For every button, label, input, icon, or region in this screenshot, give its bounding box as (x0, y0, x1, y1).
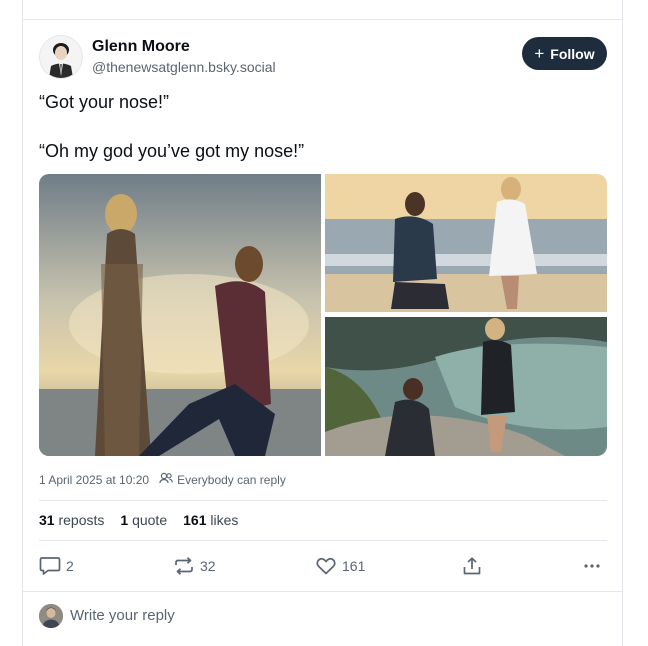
post-meta: 1 April 2025 at 10:20 Everybody can repl… (39, 472, 286, 487)
divider (22, 591, 623, 592)
author-avatar[interactable] (39, 35, 83, 79)
reply-input[interactable]: Write your reply (70, 607, 175, 624)
divider (39, 500, 607, 501)
reply-setting: Everybody can reply (159, 472, 286, 487)
post-text-line-2: “Oh my god you’ve got my nose!” (39, 141, 305, 161)
ellipsis-icon (581, 556, 603, 576)
people-icon (159, 472, 174, 487)
author-handle[interactable]: @thenewsatglenn.bsky.social (92, 59, 276, 75)
like-button[interactable]: 161 (315, 556, 365, 576)
reply-button[interactable]: 2 (39, 556, 74, 576)
reply-count: 2 (66, 558, 74, 574)
likes-label: likes (210, 512, 239, 528)
reposts-label: reposts (58, 512, 105, 528)
plus-icon: + (534, 43, 545, 63)
reposts-count: 31 (39, 512, 55, 528)
post-timestamp[interactable]: 1 April 2025 at 10:20 (39, 473, 149, 487)
like-count: 161 (342, 558, 366, 574)
photo-proposal-beach[interactable] (325, 174, 607, 312)
author-name[interactable]: Glenn Moore (92, 38, 190, 56)
engagement-stats: 31 reposts 1 quote 161 likes (39, 512, 238, 528)
post-text-line-1: “Got your nose!” (39, 92, 170, 112)
quotes-label: quote (132, 512, 168, 528)
current-user-avatar (39, 604, 63, 628)
top-divider (22, 19, 623, 20)
follow-button[interactable]: + Follow (522, 37, 607, 70)
divider (39, 540, 607, 541)
quotes-count: 1 (120, 512, 129, 528)
more-options-button[interactable] (581, 556, 603, 576)
quotes-stat[interactable]: 1 quote (120, 512, 167, 528)
timeline-border-right (622, 0, 623, 646)
follow-label: Follow (550, 45, 595, 62)
likes-count: 161 (183, 512, 207, 528)
reply-setting-label: Everybody can reply (177, 472, 286, 487)
media-grid (39, 174, 607, 456)
likes-stat[interactable]: 161 likes (183, 512, 238, 528)
speech-bubble-icon (39, 556, 61, 576)
photo-proposal-mountain[interactable] (325, 317, 607, 456)
heart-icon (315, 556, 337, 576)
reposts-stat[interactable]: 31 reposts (39, 512, 104, 528)
repost-arrows-icon (173, 556, 195, 576)
photo-proposal-seaside-dusk[interactable] (39, 174, 321, 456)
timeline-border-left (22, 0, 23, 646)
repost-count: 32 (200, 558, 216, 574)
repost-button[interactable]: 32 (173, 556, 216, 576)
share-upload-icon (461, 556, 483, 576)
share-button[interactable] (461, 556, 483, 576)
